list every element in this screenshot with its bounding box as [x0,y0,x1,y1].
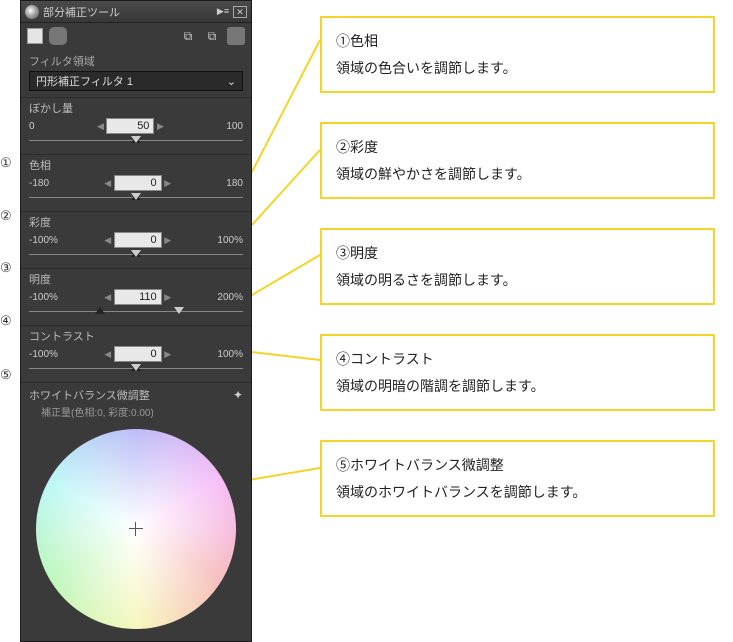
callout-saturation-title: ②彩度 [336,134,699,161]
blur-slider-row: ぼかし量 0 ◀ ▶ 100 [21,97,251,154]
saturation-decrement[interactable]: ◀ [104,233,112,247]
panel-title: 部分補正ツール [43,4,120,20]
callout-saturation-body: 領域の鮮やかさを調節します。 [336,161,699,188]
marker-3: ③ [0,260,12,276]
callout-white-balance: ⑤ホワイトバランス微調整 領域のホワイトバランスを調節します。 [320,440,715,517]
brightness-track[interactable] [29,307,243,317]
saturation-label: 彩度 [29,214,243,232]
rectangle-tool-icon[interactable] [27,28,43,44]
brightness-max: 200% [217,292,243,303]
copy-icon[interactable]: ⧉ [179,27,197,45]
saturation-slider-row: 彩度 -100% ◀ ▶ 100% [21,211,251,268]
brightness-label: 明度 [29,271,243,289]
contrast-max: 100% [217,349,243,360]
panel-titlebar: 部分補正ツール ▶≡ ✕ [21,1,251,23]
crosshair-icon [129,522,143,536]
callout-contrast-body: 領域の明暗の階調を調節します。 [336,373,699,400]
eyedropper-icon[interactable]: ✦ [233,388,243,402]
callout-hue-body: 領域の色合いを調節します。 [336,55,699,82]
hue-min: -180 [29,178,49,189]
contrast-track[interactable] [29,364,243,374]
callout-saturation: ②彩度 領域の鮮やかさを調節します。 [320,122,715,199]
brightness-input[interactable] [114,289,162,305]
hue-label: 色相 [29,157,243,175]
blur-label: ぼかし量 [29,100,243,118]
filter-region-value: 円形補正フィルタ 1 [36,73,133,89]
hue-input[interactable] [114,175,162,191]
callout-brightness-title: ③明度 [336,240,699,267]
contrast-slider-row: コントラスト -100% ◀ ▶ 100% [21,325,251,382]
blur-min: 0 [29,121,35,132]
white-balance-sub: 補正量(色相:0, 彩度:0.00) [29,403,243,419]
blur-increment[interactable]: ▶ [156,119,164,133]
filter-region-label: フィルタ領域 [29,51,243,71]
marker-4: ④ [0,313,12,329]
blur-input[interactable] [106,118,154,134]
chevron-down-icon: ⌄ [227,75,236,88]
hue-decrement[interactable]: ◀ [104,176,112,190]
contrast-input[interactable] [114,346,162,362]
callout-hue-title: ①色相 [336,28,699,55]
hue-slider-row: 色相 -180 ◀ ▶ 180 [21,154,251,211]
callout-brightness-body: 領域の明るさを調節します。 [336,267,699,294]
filter-region-dropdown[interactable]: 円形補正フィルタ 1 ⌄ [29,71,243,91]
white-balance-section: ホワイトバランス微調整 ✦ 補正量(色相:0, 彩度:0.00) [21,382,251,641]
paste-icon[interactable]: ⧉ [203,27,221,45]
filter-region-section: フィルタ領域 円形補正フィルタ 1 ⌄ [21,49,251,97]
hue-increment[interactable]: ▶ [164,176,172,190]
shape-toolbar: ⧉ ⧉ [21,23,251,49]
marker-1: ① [0,155,12,171]
contrast-increment[interactable]: ▶ [164,347,172,361]
saturation-min: -100% [29,235,58,246]
saturation-track[interactable] [29,250,243,260]
callout-white-balance-title: ⑤ホワイトバランス微調整 [336,452,699,479]
delete-icon[interactable] [227,27,245,45]
hue-track[interactable] [29,193,243,203]
brightness-increment[interactable]: ▶ [164,290,172,304]
contrast-min: -100% [29,349,58,360]
callout-contrast: ④コントラスト 領域の明暗の階調を調節します。 [320,334,715,411]
white-balance-label: ホワイトバランス微調整 [29,387,150,403]
menu-icon[interactable]: ▶≡ [215,5,231,19]
color-wheel[interactable] [36,429,236,629]
marker-5: ⑤ [0,367,12,383]
brightness-slider-row: 明度 -100% ◀ ▶ 200% [21,268,251,325]
saturation-input[interactable] [114,232,162,248]
partial-correction-tool-panel: 部分補正ツール ▶≡ ✕ ⧉ ⧉ フィルタ領域 円形補正フィルタ 1 ⌄ ぼかし… [20,0,252,642]
brightness-decrement[interactable]: ◀ [104,290,112,304]
blur-track[interactable] [29,136,243,146]
blur-decrement[interactable]: ◀ [96,119,104,133]
callout-white-balance-body: 領域のホワイトバランスを調節します。 [336,479,699,506]
contrast-decrement[interactable]: ◀ [104,347,112,361]
callout-contrast-title: ④コントラスト [336,346,699,373]
close-icon[interactable]: ✕ [233,6,247,18]
brightness-min: -100% [29,292,58,303]
contrast-label: コントラスト [29,328,243,346]
saturation-increment[interactable]: ▶ [164,233,172,247]
blur-max: 100 [226,121,243,132]
callout-brightness: ③明度 領域の明るさを調節します。 [320,228,715,305]
marker-2: ② [0,208,12,224]
callout-hue: ①色相 領域の色合いを調節します。 [320,16,715,93]
app-icon [25,5,39,19]
hue-max: 180 [226,178,243,189]
saturation-max: 100% [217,235,243,246]
rounded-tool-icon[interactable] [49,27,67,45]
